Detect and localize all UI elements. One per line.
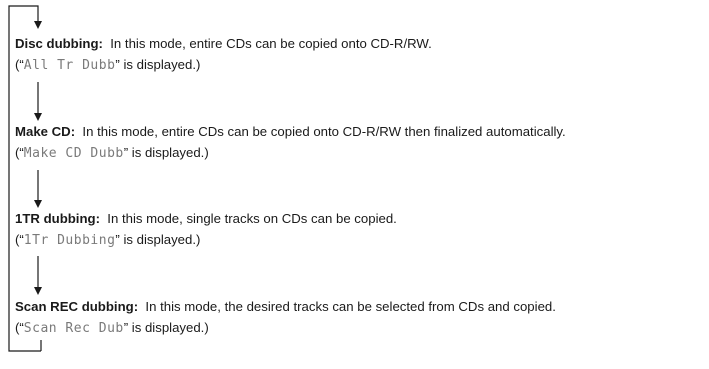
display-note: (“Make CD Dubb” is displayed.) (15, 145, 705, 162)
display-note: (“Scan Rec Dub” is displayed.) (15, 320, 705, 337)
lcd-display-text: Make CD Dubb (23, 146, 124, 161)
arrow-head-icon (34, 113, 42, 121)
mode-description: In this mode, single tracks on CDs can b… (107, 211, 397, 226)
quote-open: (“ (15, 320, 24, 335)
mode-line: Scan REC dubbing: In this mode, the desi… (15, 299, 705, 315)
mode-line: 1TR dubbing: In this mode, single tracks… (15, 211, 705, 227)
quote-open: (“ (15, 57, 24, 72)
quote-open: (“ (15, 145, 24, 160)
mode-name: Scan REC dubbing: (15, 299, 139, 314)
lcd-display-text: All Tr Dubb (23, 58, 116, 73)
mode-description: In this mode, entire CDs can be copied o… (110, 36, 432, 51)
display-suffix: ” is displayed.) (123, 320, 209, 335)
display-note: (“All Tr Dubb” is displayed.) (15, 57, 705, 74)
mode-description: In this mode, the desired tracks can be … (145, 299, 556, 314)
display-suffix: ” is displayed.) (115, 57, 201, 72)
arrow-head-icon (34, 21, 42, 29)
mode-line: Disc dubbing: In this mode, entire CDs c… (15, 36, 705, 52)
lcd-display-text: Scan Rec Dub (23, 321, 124, 336)
mode-name: 1TR dubbing: (15, 211, 100, 226)
mode-scan-rec-dubbing: Scan REC dubbing: In this mode, the desi… (15, 299, 705, 337)
quote-open: (“ (15, 232, 24, 247)
mode-description: In this mode, entire CDs can be copied o… (82, 124, 566, 139)
display-note: (“1Tr Dubbing” is displayed.) (15, 232, 705, 249)
mode-name: Disc dubbing: (15, 36, 103, 51)
display-suffix: ” is displayed.) (123, 145, 209, 160)
mode-make-cd: Make CD: In this mode, entire CDs can be… (15, 124, 705, 162)
lcd-display-text: 1Tr Dubbing (23, 233, 116, 248)
mode-disc-dubbing: Disc dubbing: In this mode, entire CDs c… (15, 36, 705, 74)
display-suffix: ” is displayed.) (115, 232, 201, 247)
arrow-head-icon (34, 200, 42, 208)
mode-line: Make CD: In this mode, entire CDs can be… (15, 124, 705, 140)
mode-1tr-dubbing: 1TR dubbing: In this mode, single tracks… (15, 211, 705, 249)
arrow-head-icon (34, 287, 42, 295)
mode-name: Make CD: (15, 124, 76, 139)
